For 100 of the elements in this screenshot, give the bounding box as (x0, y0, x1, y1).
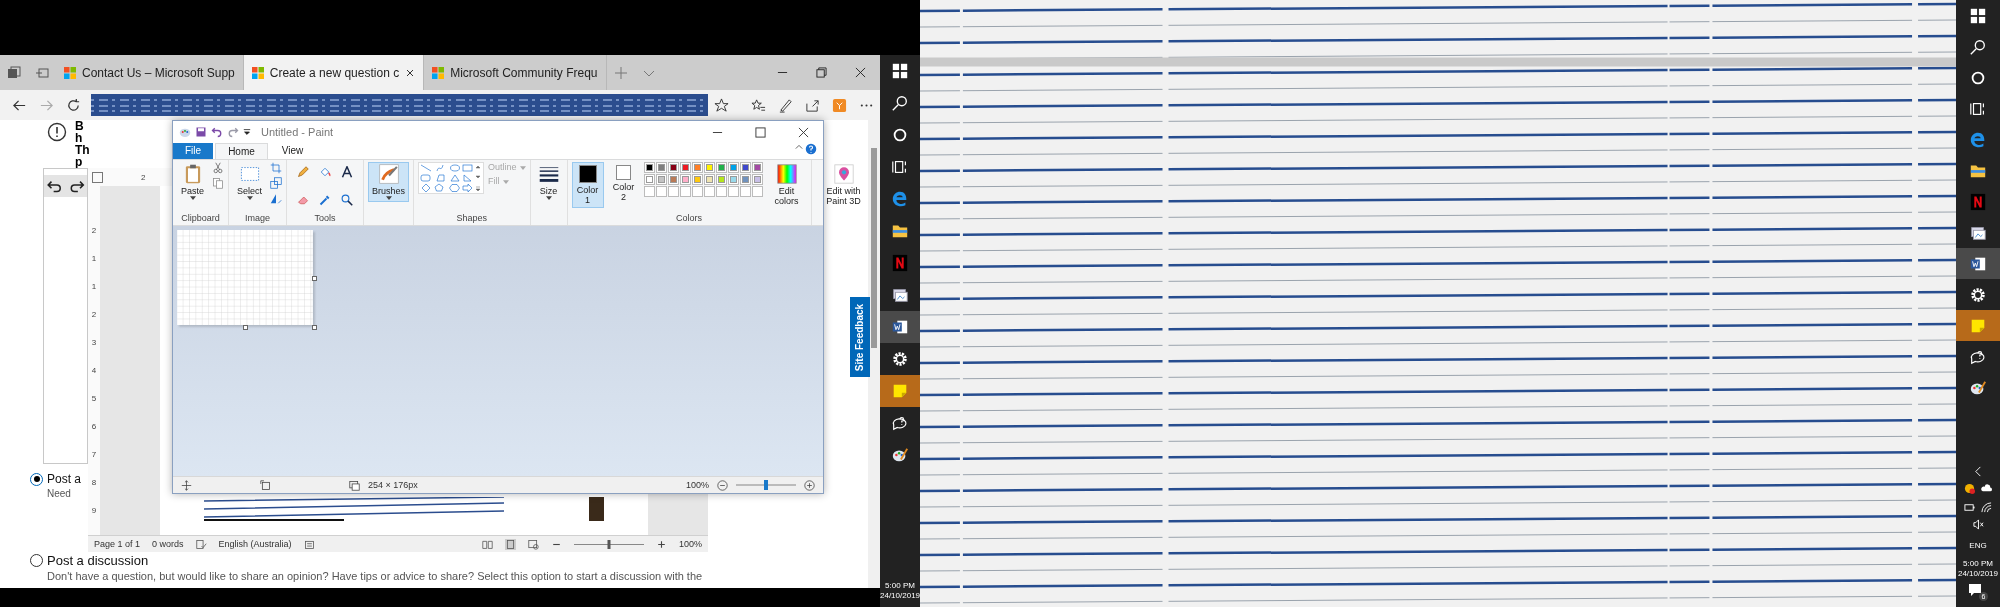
resize-handle[interactable] (312, 325, 317, 330)
feedback-tab[interactable]: Site Feedback (850, 297, 870, 377)
palette-swatch[interactable] (753, 176, 761, 183)
refresh-icon[interactable] (66, 97, 81, 113)
close-icon[interactable] (855, 67, 866, 78)
taskbar-button[interactable] (880, 311, 920, 343)
clock-date[interactable]: 24/10/2019 (1957, 569, 1998, 579)
palette-swatch[interactable] (741, 164, 749, 171)
wifi-icon[interactable] (1981, 502, 1992, 513)
palette-swatch[interactable] (741, 176, 749, 183)
star-icon[interactable] (714, 97, 729, 113)
muted-speaker-icon[interactable] (1972, 519, 1984, 530)
zoom-level[interactable]: 100% (678, 539, 702, 549)
palette-swatch[interactable] (717, 164, 725, 171)
palette-swatch[interactable] (681, 176, 689, 183)
resize-handle[interactable] (312, 276, 317, 281)
ruler-number: 9 (91, 506, 97, 516)
size-button[interactable]: Size (534, 162, 563, 202)
share-icon[interactable] (805, 97, 820, 113)
copy-icon[interactable] (212, 177, 224, 189)
language-status[interactable]: English (Australia) (218, 539, 292, 549)
print-layout-icon[interactable] (504, 538, 516, 550)
sticky-note-icon (891, 382, 909, 400)
favorites-icon[interactable] (751, 97, 766, 113)
palette-swatch[interactable] (657, 164, 665, 171)
palette-swatch[interactable] (669, 164, 677, 171)
select-button[interactable]: Select (233, 162, 267, 202)
help-icon[interactable] (805, 143, 817, 155)
address-bar-drawing[interactable] (91, 94, 708, 116)
save-icon[interactable] (195, 126, 207, 138)
pen-icon[interactable] (778, 97, 793, 113)
zoom-out-icon[interactable] (717, 479, 728, 491)
resize-handle[interactable] (243, 325, 248, 330)
macro-icon[interactable] (303, 538, 315, 550)
palette-swatch[interactable] (705, 176, 713, 183)
shapes-gallery[interactable] (418, 162, 485, 194)
magnifier-icon[interactable] (341, 193, 354, 206)
set-aside-icon[interactable] (35, 65, 49, 80)
plus-icon[interactable] (655, 538, 667, 550)
color-1-button[interactable]: Color 1 (571, 162, 604, 208)
undo-icon[interactable] (44, 175, 66, 197)
paste-button[interactable]: Paste (177, 162, 208, 202)
paint-3d-button[interactable]: Edit with Paint 3D (815, 162, 872, 208)
scissors-icon[interactable] (212, 162, 224, 174)
word-count[interactable]: 0 words (152, 539, 184, 549)
chevron-left-icon[interactable] (1972, 466, 1984, 477)
battery-icon[interactable] (1964, 502, 1975, 513)
fill-bucket-icon[interactable] (319, 166, 332, 178)
color-picker-icon[interactable] (319, 193, 332, 206)
ribbon-tab[interactable]: File (173, 143, 214, 159)
browser-tab[interactable]: Create a new question c (243, 55, 425, 90)
clock-time[interactable]: 5:00 PM (885, 581, 915, 591)
palette-swatch[interactable] (717, 176, 725, 183)
taskbar-button[interactable] (1956, 248, 2000, 279)
palette-swatch[interactable] (645, 164, 653, 171)
caret-icon (545, 196, 552, 200)
palette-swatch[interactable] (729, 176, 737, 183)
palette-swatch[interactable] (753, 164, 761, 171)
tab-list-icon[interactable] (7, 65, 21, 80)
ruler-number: 6 (91, 422, 97, 432)
rotate-icon[interactable] (270, 192, 283, 204)
redo-icon[interactable] (65, 175, 87, 197)
pencil-icon[interactable] (297, 166, 310, 178)
palette-swatch[interactable] (693, 176, 701, 183)
group-label: Image (244, 213, 272, 225)
undo-icon[interactable] (211, 126, 223, 138)
scrollbar[interactable] (868, 120, 880, 588)
web-layout-icon[interactable] (527, 538, 539, 550)
proofing-icon[interactable] (195, 538, 207, 550)
palette-swatch[interactable] (729, 164, 737, 171)
page-count[interactable]: Page 1 of 1 (94, 539, 141, 549)
palette-swatch[interactable] (705, 164, 713, 171)
caret-icon (519, 165, 526, 170)
palette-swatch[interactable] (657, 176, 665, 183)
clock-time[interactable]: 5:00 PM (1963, 559, 1993, 569)
palette-swatch[interactable] (693, 164, 701, 171)
clock-date[interactable]: 24/10/2019 (880, 591, 921, 601)
palette-swatch[interactable] (669, 176, 677, 183)
close-tab-icon[interactable] (405, 67, 416, 78)
palette-swatch[interactable] (645, 176, 653, 183)
color-2-button[interactable]: Color 2 (607, 162, 640, 205)
restore-icon[interactable] (816, 67, 827, 78)
cloud-icon[interactable] (1981, 483, 1992, 494)
close-icon[interactable] (798, 126, 809, 138)
resize-icon[interactable] (270, 177, 283, 189)
ribbon-tab[interactable]: View (269, 143, 316, 159)
tab-selector-icon[interactable] (92, 171, 103, 183)
zoom-in-icon[interactable] (804, 479, 815, 491)
ribbon-tab[interactable]: Home (215, 143, 268, 159)
palette-swatch[interactable] (681, 164, 689, 171)
maximize-icon[interactable] (755, 126, 766, 138)
language-indicator[interactable]: ENG (1969, 541, 1987, 551)
brushes-button[interactable]: Brushes (368, 162, 410, 202)
caret-icon (502, 179, 509, 184)
read-mode-icon[interactable] (481, 538, 493, 550)
notice-text: h (75, 132, 84, 144)
warning-icon[interactable] (1964, 483, 1975, 494)
edit-colors-button[interactable]: Edit colors (766, 162, 807, 208)
caret-icon[interactable] (243, 128, 251, 136)
text-icon[interactable] (341, 166, 354, 178)
